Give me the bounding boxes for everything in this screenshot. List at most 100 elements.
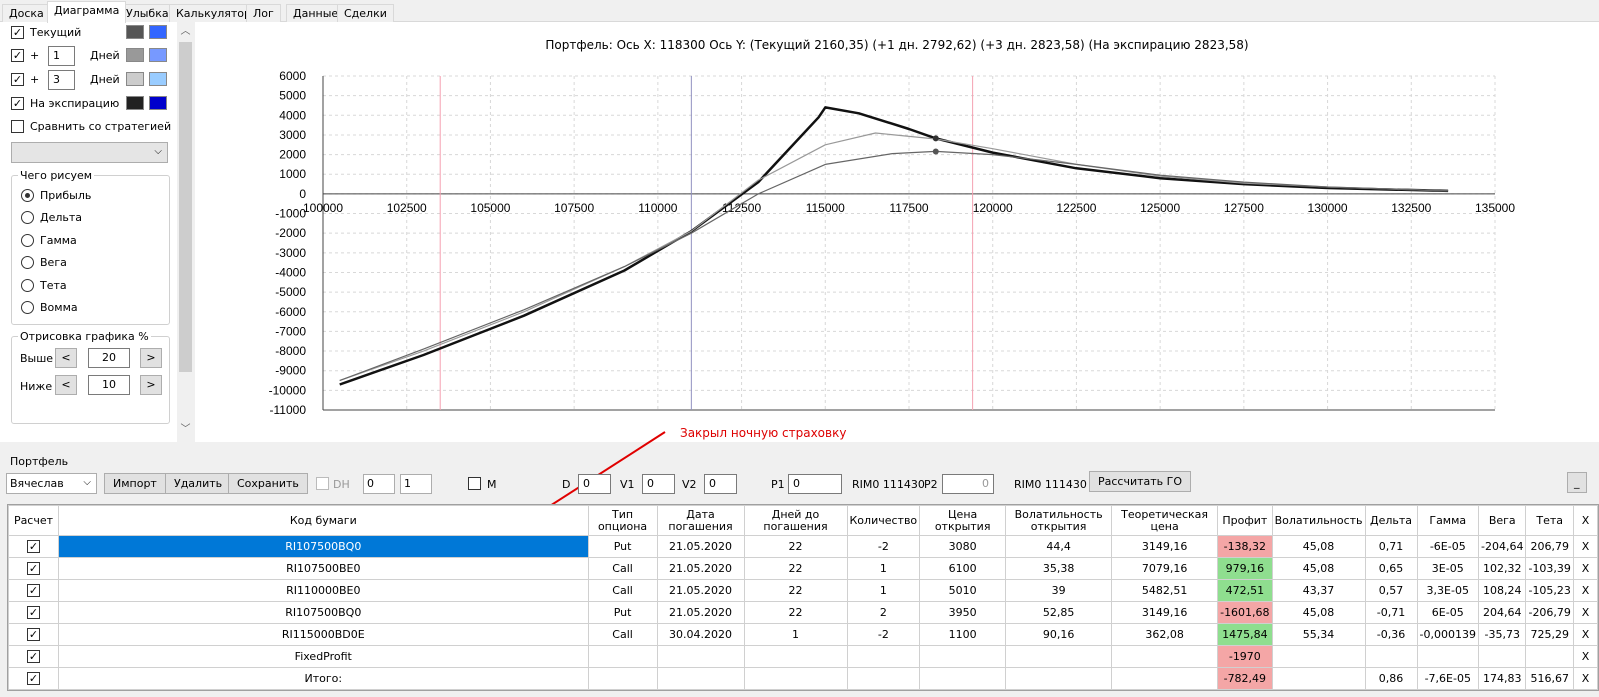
- table-row[interactable]: ✓ FixedProfit -1970 X: [8, 645, 1599, 668]
- table-row[interactable]: ✓ RI107500BQ0 Put 21.05.2020 22 2 3950 52,85 314…: [8, 601, 1599, 624]
- column-header[interactable]: Тип опциона: [587, 505, 658, 536]
- radio-theta[interactable]: [21, 279, 34, 292]
- day3-checkbox[interactable]: ✓: [11, 73, 24, 86]
- remove-row-button[interactable]: X: [1572, 645, 1599, 668]
- table-row[interactable]: ✓ RI110000BE0 Call 21.05.2020 22 1 5010 39 5482,…: [8, 579, 1599, 602]
- swatch-day3-gray[interactable]: [126, 72, 144, 86]
- compare-checkbox[interactable]: [11, 120, 24, 133]
- table-row[interactable]: ✓ RI115000BD0E Call 30.04.2020 1 -2 1100 90,16 3…: [8, 623, 1599, 646]
- minimize-button[interactable]: _: [1567, 472, 1587, 493]
- radio-vomma[interactable]: [21, 301, 34, 314]
- cell-code[interactable]: RI107500BQ0: [57, 601, 589, 624]
- user-select[interactable]: Вячеслав ⌵: [6, 473, 97, 494]
- day1-checkbox[interactable]: ✓: [11, 49, 24, 62]
- scroll-up-icon[interactable]: ︿: [177, 24, 194, 40]
- d-input[interactable]: 0: [578, 474, 611, 494]
- panel-scrollbar[interactable]: ︿ ﹀: [177, 22, 194, 442]
- above-decrease-button[interactable]: <: [55, 348, 77, 368]
- cell-code[interactable]: RI115000BD0E: [57, 623, 589, 646]
- swatch-day1-blue[interactable]: [149, 48, 167, 62]
- delete-button[interactable]: Удалить: [165, 473, 232, 494]
- column-header[interactable]: Тета: [1525, 505, 1574, 536]
- table-row[interactable]: ✓ RI107500BE0 Call 21.05.2020 22 1 6100 35,38 70…: [8, 557, 1599, 580]
- remove-row-button[interactable]: X: [1572, 623, 1599, 646]
- save-button[interactable]: Сохранить: [228, 473, 308, 494]
- calc-cell[interactable]: ✓: [8, 623, 59, 646]
- radio-vega[interactable]: [21, 256, 34, 269]
- column-header[interactable]: Гамма: [1416, 505, 1480, 536]
- cell-code[interactable]: RI107500BE0: [57, 557, 589, 580]
- calc-checkbox[interactable]: ✓: [26, 584, 40, 597]
- remove-row-button[interactable]: X: [1572, 601, 1599, 624]
- dh-checkbox[interactable]: [316, 477, 329, 490]
- calc-go-button[interactable]: Рассчитать ГО: [1089, 471, 1192, 492]
- calc-cell[interactable]: ✓: [8, 579, 59, 602]
- remove-row-button[interactable]: X: [1572, 535, 1599, 558]
- cell-code[interactable]: RI110000BE0: [57, 579, 589, 602]
- table-row[interactable]: ✓ Итого: -782,49 0,86 -7,6E-05 174,83 516,67 X: [8, 667, 1599, 690]
- remove-row-button[interactable]: X: [1572, 579, 1599, 602]
- column-header[interactable]: Код бумаги: [57, 505, 589, 536]
- below-decrease-button[interactable]: <: [55, 375, 77, 395]
- calc-checkbox[interactable]: ✓: [26, 540, 40, 553]
- calc-cell[interactable]: ✓: [8, 535, 59, 558]
- below-input[interactable]: 10: [88, 375, 130, 395]
- column-header[interactable]: Профит: [1217, 505, 1273, 536]
- radio-gamma[interactable]: [21, 234, 34, 247]
- current-checkbox[interactable]: ✓: [11, 26, 24, 39]
- column-header[interactable]: Вега: [1477, 505, 1527, 536]
- remove-row-button[interactable]: X: [1572, 557, 1599, 580]
- column-header[interactable]: Волатильность открытия: [1005, 505, 1113, 536]
- calc-cell[interactable]: ✓: [8, 645, 59, 668]
- calc-cell[interactable]: ✓: [8, 601, 59, 624]
- swatch-day1-gray[interactable]: [126, 48, 144, 62]
- table-row[interactable]: ✓ RI107500BQ0 Put 21.05.2020 22 -2 3080 44,4 314…: [8, 535, 1599, 558]
- remove-row-button[interactable]: X: [1572, 667, 1599, 690]
- calc-checkbox[interactable]: ✓: [26, 628, 40, 641]
- tab-log[interactable]: Лог: [246, 4, 281, 22]
- column-header[interactable]: Количество: [846, 505, 921, 536]
- column-header[interactable]: Дней до погашения: [743, 505, 848, 536]
- swatch-current-gray[interactable]: [126, 25, 144, 39]
- expiry-checkbox[interactable]: ✓: [11, 97, 24, 110]
- below-increase-button[interactable]: >: [140, 375, 162, 395]
- cell-code[interactable]: FixedProfit: [57, 645, 589, 668]
- p2-input[interactable]: 0: [942, 474, 994, 494]
- cell-code[interactable]: Итого:: [57, 667, 589, 690]
- payoff-chart[interactable]: 100000 102500 105000 107500 110000 112500 1150…: [195, 22, 1599, 442]
- swatch-day3-blue[interactable]: [149, 72, 167, 86]
- tab-deals[interactable]: Сделки: [337, 4, 394, 22]
- column-header[interactable]: Цена открытия: [919, 505, 1007, 536]
- calc-cell[interactable]: ✓: [8, 557, 59, 580]
- calc-checkbox[interactable]: ✓: [26, 650, 40, 663]
- days1-input[interactable]: 1: [48, 46, 75, 66]
- column-header[interactable]: X: [1572, 505, 1599, 536]
- strategy-select[interactable]: ⌵: [11, 142, 168, 163]
- calc-checkbox[interactable]: ✓: [26, 562, 40, 575]
- cell-code[interactable]: RI107500BQ0: [57, 535, 589, 558]
- tab-smile[interactable]: Улыбка: [119, 4, 176, 22]
- above-input[interactable]: 20: [88, 348, 130, 368]
- import-button[interactable]: Импорт: [104, 473, 166, 494]
- v2-input[interactable]: 0: [704, 474, 737, 494]
- above-increase-button[interactable]: >: [140, 348, 162, 368]
- calc-cell[interactable]: ✓: [8, 667, 59, 690]
- calc-checkbox[interactable]: ✓: [26, 606, 40, 619]
- p1-input[interactable]: 0: [788, 474, 842, 494]
- dh-spin2[interactable]: 1: [400, 474, 432, 494]
- dh-spin1[interactable]: 0: [363, 474, 395, 494]
- swatch-current-blue[interactable]: [149, 25, 167, 39]
- v1-input[interactable]: 0: [642, 474, 675, 494]
- swatch-expiry-black[interactable]: [126, 96, 144, 110]
- scroll-thumb[interactable]: [179, 42, 192, 372]
- scroll-down-icon[interactable]: ﹀: [177, 422, 194, 438]
- calc-checkbox[interactable]: ✓: [26, 672, 40, 685]
- column-header[interactable]: Волатильность: [1271, 505, 1366, 536]
- tab-doska[interactable]: Доска: [2, 4, 51, 22]
- column-header[interactable]: Расчет: [8, 505, 59, 536]
- column-header[interactable]: Дельта: [1364, 505, 1418, 536]
- m-checkbox[interactable]: [468, 477, 481, 490]
- radio-delta[interactable]: [21, 211, 34, 224]
- column-header[interactable]: Дата погашения: [656, 505, 745, 536]
- tab-calculator[interactable]: Калькулятор: [169, 4, 258, 22]
